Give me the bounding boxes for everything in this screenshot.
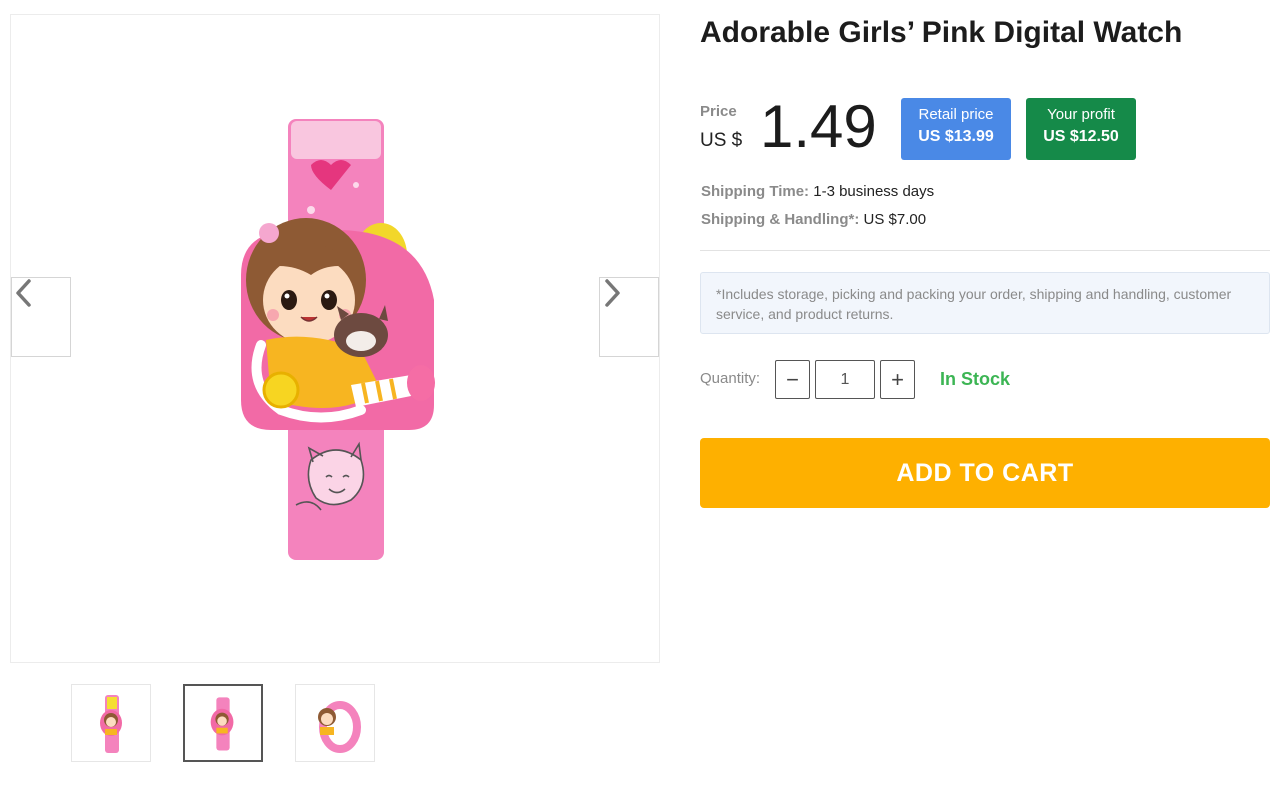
shipping-handling: Shipping & Handling*: US $7.00 [701,211,926,228]
shipping-time-value: 1-3 business days [813,183,935,200]
product-title: Adorable Girls’ Pink Digital Watch [700,16,1183,49]
thumbnail-image [210,697,234,751]
thumbnail-2[interactable] [183,684,263,762]
thumbnail-image [100,695,122,753]
chevron-right-icon [605,279,620,307]
retail-price-value: US $13.99 [918,128,994,145]
retail-price-label: Retail price [918,106,994,123]
quantity-increase-button[interactable]: + [880,360,915,399]
thumbnail-3[interactable] [295,684,375,762]
price-currency: US $ [700,130,743,151]
profit-badge: Your profit US $12.50 [1026,98,1136,160]
handling-value: US $7.00 [863,211,927,228]
retail-price-badge: Retail price US $13.99 [901,98,1011,160]
prev-image-button[interactable] [11,277,71,357]
thumbnail-1[interactable] [71,684,151,762]
price-label: Price [700,103,737,120]
stock-status: In Stock [940,369,1011,389]
divider [700,250,1270,251]
product-main-image [10,14,660,663]
handling-label: Shipping & Handling*: [701,211,860,228]
chevron-left-icon [16,279,31,307]
quantity-decrease-button[interactable]: − [775,360,810,399]
shipping-time-label: Shipping Time: [701,183,810,200]
watch-illustration [241,119,435,560]
add-to-cart-button[interactable]: ADD TO CART [700,438,1270,508]
quantity-input[interactable] [815,360,875,399]
thumbnail-image [318,701,361,753]
quantity-label: Quantity: [700,370,761,387]
handling-note: *Includes storage, picking and packing y… [700,272,1270,334]
price-value: 1.49 [760,93,877,160]
profit-value: US $12.50 [1043,128,1119,145]
profit-label: Your profit [1047,106,1115,123]
shipping-time: Shipping Time: 1-3 business days [701,183,934,200]
next-image-button[interactable] [599,277,659,357]
